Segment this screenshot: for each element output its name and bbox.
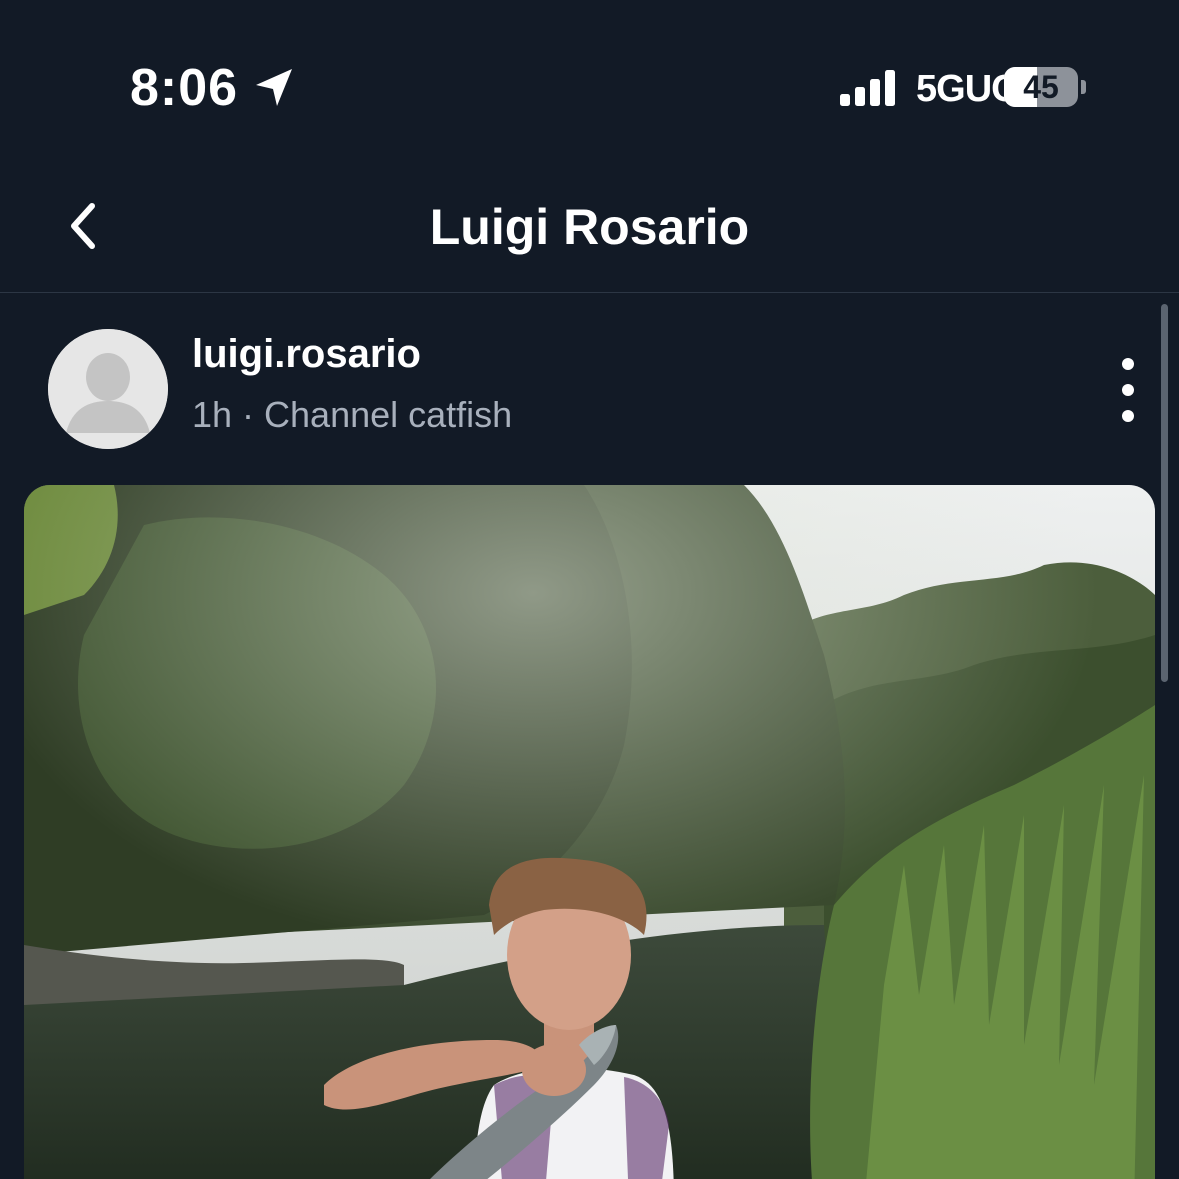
battery-indicator: 45 bbox=[1004, 67, 1078, 107]
battery-level-text: 45 bbox=[1023, 69, 1059, 105]
avatar[interactable] bbox=[48, 329, 168, 449]
more-vertical-icon bbox=[1122, 358, 1134, 422]
cellular-signal-icon bbox=[840, 70, 895, 106]
default-avatar-icon bbox=[48, 329, 168, 449]
catch-photo[interactable] bbox=[24, 485, 1155, 1179]
network-type-label: 5GUC bbox=[916, 68, 1019, 110]
status-time: 8:06 bbox=[130, 59, 239, 117]
location-arrow-icon bbox=[256, 69, 292, 106]
nav-divider bbox=[0, 292, 1179, 293]
more-options-button[interactable] bbox=[1104, 352, 1152, 428]
post-meta: 1h · Channel catfish bbox=[192, 394, 513, 435]
catch-photo-illustration bbox=[24, 485, 1155, 1179]
battery-nub bbox=[1081, 80, 1086, 94]
page-title: Luigi Rosario bbox=[429, 199, 750, 255]
app-screen: 8:06 5GUC 45 Luigi Rosario luigi.rosario… bbox=[0, 0, 1179, 1179]
post-username[interactable]: luigi.rosario bbox=[192, 332, 421, 377]
scrollbar[interactable] bbox=[1161, 304, 1168, 682]
